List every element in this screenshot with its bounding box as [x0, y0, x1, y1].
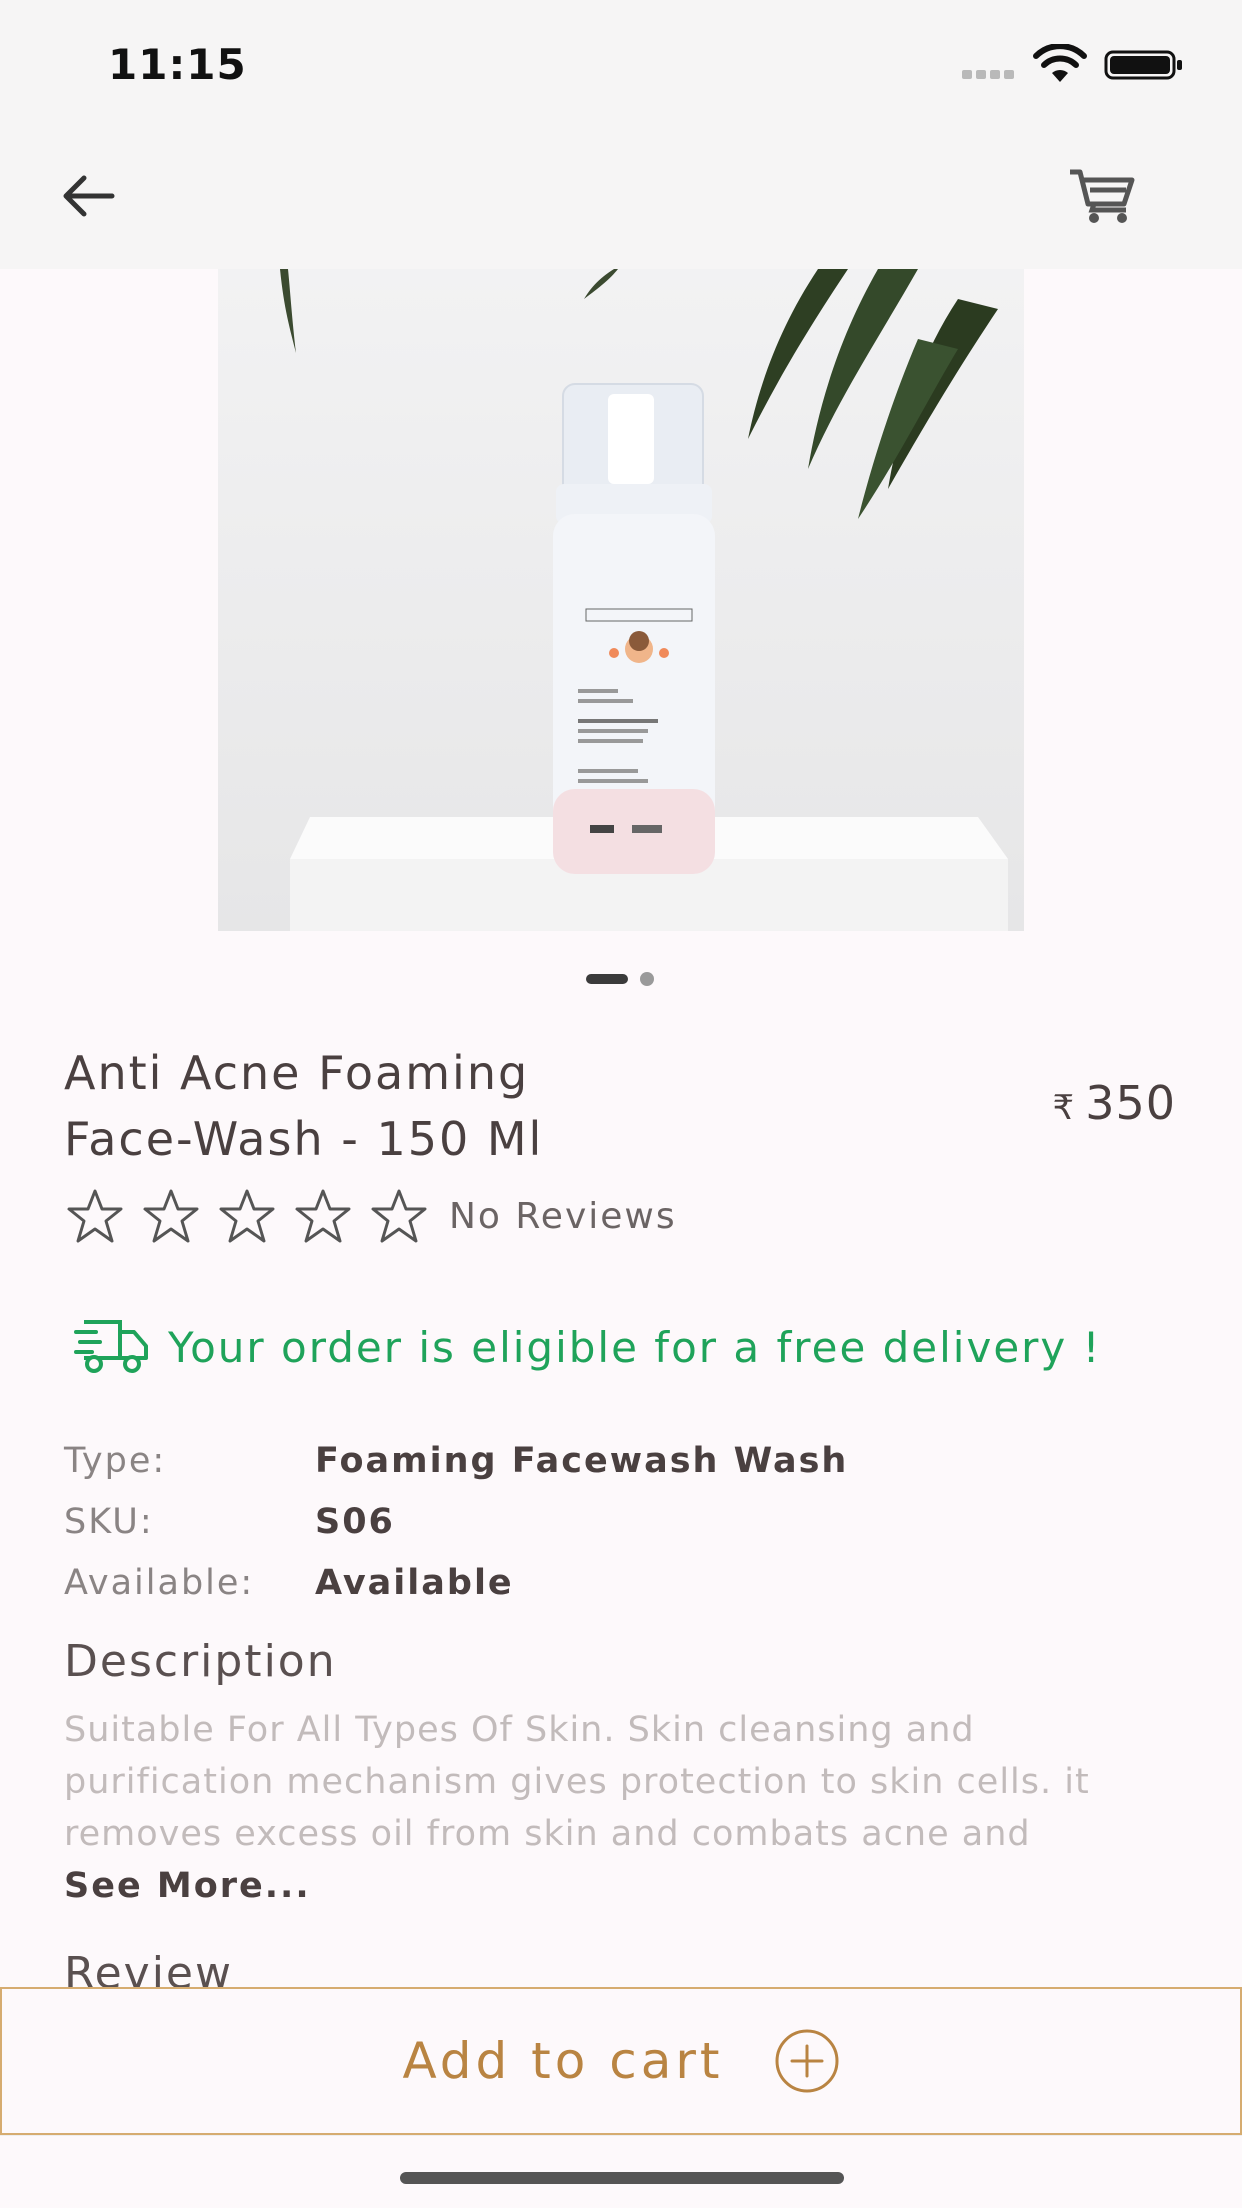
currency-symbol: ₹: [1052, 1088, 1076, 1128]
see-more-link[interactable]: See More...: [64, 1866, 311, 1906]
reviews-count[interactable]: No Reviews: [449, 1196, 677, 1237]
pagination-dot-active[interactable]: [586, 974, 628, 984]
pagination-dot[interactable]: [640, 972, 654, 986]
star-icon: [295, 1189, 351, 1243]
cart-button[interactable]: [1064, 164, 1140, 228]
free-delivery-notice: Your order is eligible for a free delive…: [74, 1318, 1101, 1376]
spec-key: SKU:: [64, 1501, 154, 1542]
battery-icon: [1104, 50, 1182, 80]
spec-value: S06: [315, 1501, 395, 1542]
spec-key: Available:: [64, 1562, 255, 1603]
price-value: 350: [1085, 1076, 1176, 1130]
top-bar: 11:15: [0, 0, 1242, 269]
product-detail-screen: 11:15 Anti Acne Foaming Face-Wash - 150 …: [0, 0, 1242, 2208]
product-price: ₹350: [1053, 1076, 1176, 1130]
spec-value: Available: [315, 1562, 514, 1603]
status-time: 11:15: [108, 40, 247, 89]
free-delivery-text: Your order is eligible for a free delive…: [168, 1322, 1102, 1372]
shopping-cart-icon: [1070, 169, 1135, 223]
spec-key: Type:: [64, 1440, 167, 1481]
product-title-line1: Anti Acne Foaming: [64, 1046, 530, 1100]
star-icon: [67, 1189, 123, 1243]
rating-stars[interactable]: [64, 1186, 430, 1248]
star-icon: [371, 1189, 427, 1243]
star-icon: [143, 1189, 199, 1243]
home-indicator[interactable]: [400, 2172, 844, 2184]
plus-circle-icon: [775, 2029, 839, 2093]
spec-row-availability: Available: Available: [64, 1552, 848, 1613]
product-title-line2: Face-Wash - 150 Ml: [64, 1112, 544, 1166]
spec-row-sku: SKU: S06: [64, 1491, 848, 1552]
product-title: Anti Acne Foaming Face-Wash - 150 Ml: [64, 1040, 824, 1172]
delivery-truck-icon: [74, 1320, 148, 1373]
product-specs: Type: Foaming Facewash Wash SKU: S06 Ava…: [64, 1430, 848, 1613]
description-text: Suitable For All Types Of Skin. Skin cle…: [64, 1710, 1090, 1854]
signal-icon: [962, 70, 1020, 80]
product-image[interactable]: [218, 269, 1024, 931]
description-heading: Description: [64, 1636, 337, 1687]
arrow-left-icon: [63, 175, 115, 217]
star-icon: [219, 1189, 275, 1243]
gallery-pagination: [586, 972, 654, 986]
product-photo: [280, 269, 1008, 931]
spec-row-type: Type: Foaming Facewash Wash: [64, 1430, 848, 1491]
back-button[interactable]: [56, 164, 120, 228]
wifi-icon: [1033, 44, 1087, 82]
add-to-cart-button[interactable]: Add to cart: [0, 1987, 1242, 2135]
add-to-cart-label: Add to cart: [402, 2032, 724, 2090]
spec-value: Foaming Facewash Wash: [315, 1440, 849, 1481]
